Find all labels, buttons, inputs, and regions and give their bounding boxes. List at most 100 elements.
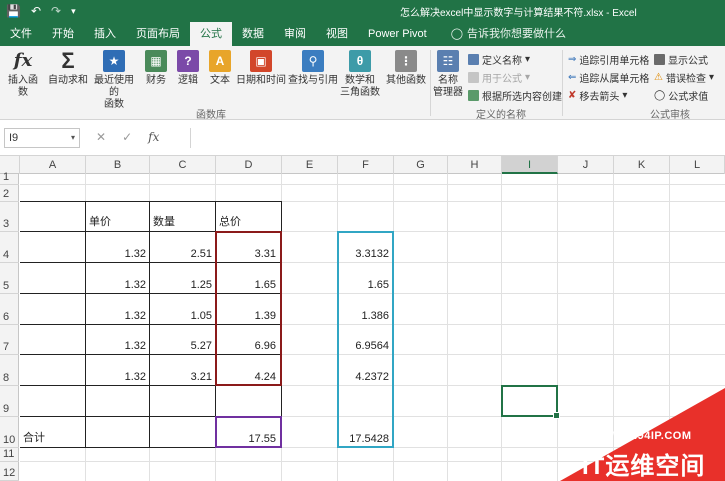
tab-view[interactable]: 视图 <box>316 22 358 46</box>
row-header-7[interactable]: 7 <box>0 325 19 355</box>
row-header-2[interactable]: 2 <box>0 185 19 202</box>
financial-icon: ▦ <box>145 50 167 72</box>
column-header-k[interactable]: K <box>614 156 670 174</box>
evaluate-formula-icon: ◯ <box>654 90 666 101</box>
error-checking-button[interactable]: ⚠ 错误检查 ▾ <box>654 70 714 85</box>
insert-function-fx-icon[interactable]: fx <box>148 130 159 144</box>
quick-access-toolbar: 💾 ↶ ↷ ▾ <box>6 3 76 19</box>
highlight-d4-d8 <box>215 231 282 386</box>
tab-data[interactable]: 数据 <box>232 22 274 46</box>
cell-d3[interactable]: 总价 <box>216 202 281 231</box>
financial-button[interactable]: ▦ 财务 <box>142 50 170 87</box>
row-header-5[interactable]: 5 <box>0 263 19 294</box>
lookup-button[interactable]: ⚲ 查找与引用 <box>288 50 338 87</box>
cell-c3[interactable]: 数量 <box>150 202 215 231</box>
tab-power-pivot[interactable]: Power Pivot <box>358 22 437 46</box>
tab-insert[interactable]: 插入 <box>84 22 126 46</box>
column-header-h[interactable]: H <box>448 156 502 174</box>
cell-b3[interactable]: 单价 <box>86 202 149 231</box>
column-header-a[interactable]: A <box>20 156 86 174</box>
cell-b7[interactable]: 1.32 <box>86 325 149 354</box>
column-header-i[interactable]: I <box>502 156 558 174</box>
column-header-e[interactable]: E <box>282 156 338 174</box>
ribbon: fx 插入函数 Σ 自动求和 ★ 最近使用的 函数 ▦ 财务 ? 逻辑 A 文本… <box>0 46 725 121</box>
column-header-b[interactable]: B <box>86 156 150 174</box>
row-header-11[interactable]: 11 <box>0 448 19 462</box>
cell-b6[interactable]: 1.32 <box>86 294 149 324</box>
cell-c4[interactable]: 2.51 <box>150 232 215 262</box>
evaluate-formula-button[interactable]: ◯ 公式求值 <box>654 88 708 103</box>
gridline <box>447 174 448 481</box>
column-header-l[interactable]: L <box>670 156 725 174</box>
formula-bar: I9 ▾ ✕ ✓ fx <box>0 120 725 156</box>
more-functions-icon: ⋮ <box>395 50 417 72</box>
column-header-d[interactable]: D <box>216 156 282 174</box>
cell-c5[interactable]: 1.25 <box>150 263 215 293</box>
trace-precedents-button[interactable]: ⇒ 追踪引用单元格 <box>568 52 649 67</box>
formula-input[interactable] <box>190 128 725 148</box>
cell-b5[interactable]: 1.32 <box>86 263 149 293</box>
name-box[interactable]: I9 ▾ <box>4 128 80 148</box>
tag-icon: ☷ <box>437 50 459 72</box>
column-header-g[interactable]: G <box>394 156 448 174</box>
autosum-button[interactable]: Σ 自动求和 <box>48 50 88 87</box>
row-header-10[interactable]: 10 <box>0 417 19 448</box>
datetime-button[interactable]: ▣ 日期和时间 <box>236 50 286 87</box>
row-header-3[interactable]: 3 <box>0 202 19 232</box>
customize-qat-icon[interactable]: ▾ <box>71 3 76 19</box>
row-header-4[interactable]: 4 <box>0 232 19 263</box>
calendar-icon: ▣ <box>250 50 272 72</box>
name-manager-button[interactable]: ☷ 名称 管理器 <box>432 50 464 99</box>
use-in-formula-button[interactable]: 用于公式 ▾ <box>468 70 530 85</box>
column-header-j[interactable]: J <box>558 156 614 174</box>
row-header-1[interactable]: 1 <box>0 171 19 185</box>
cancel-icon[interactable]: ✕ <box>96 130 106 144</box>
more-functions-button[interactable]: ⋮ 其他函数 <box>384 50 428 87</box>
cell-b8[interactable]: 1.32 <box>86 355 149 385</box>
tab-home[interactable]: 开始 <box>42 22 84 46</box>
text-a-icon: A <box>209 50 231 72</box>
redo-icon[interactable]: ↷ <box>51 3 61 19</box>
tab-review[interactable]: 审阅 <box>274 22 316 46</box>
define-name-icon <box>468 54 479 65</box>
create-from-selection-button[interactable]: 根据所选内容创建 <box>468 88 562 103</box>
save-icon[interactable]: 💾 <box>6 3 21 19</box>
selected-cell-i9[interactable] <box>501 385 560 419</box>
row-header-8[interactable]: 8 <box>0 355 19 386</box>
watermark-url: WWW.94IP.COM <box>602 430 692 442</box>
column-header-f[interactable]: F <box>338 156 394 174</box>
row-header-9[interactable]: 9 <box>0 386 19 417</box>
trace-dependents-icon: ⇐ <box>568 72 577 83</box>
create-from-selection-icon <box>468 90 479 101</box>
define-name-button[interactable]: 定义名称 ▾ <box>468 52 530 67</box>
ribbon-separator <box>430 50 431 116</box>
undo-icon[interactable]: ↶ <box>31 3 41 19</box>
tab-formulas[interactable]: 公式 <box>190 22 232 46</box>
remove-arrows-button[interactable]: ✘ 移去箭头 ▾ <box>568 88 627 103</box>
cell-c8[interactable]: 3.21 <box>150 355 215 385</box>
text-button[interactable]: A 文本 <box>206 50 234 87</box>
row-header-12[interactable]: 12 <box>0 462 19 481</box>
tell-me-search[interactable]: ◯ 告诉我你想要做什么 <box>437 22 566 46</box>
formula-bar-buttons: ✕ ✓ fx <box>96 130 159 144</box>
recent-functions-button[interactable]: ★ 最近使用的 函数 <box>90 50 138 111</box>
column-header-c[interactable]: C <box>150 156 216 174</box>
cell-c6[interactable]: 1.05 <box>150 294 215 324</box>
math-trig-button[interactable]: θ 数学和 三角函数 <box>338 50 382 99</box>
tab-page-layout[interactable]: 页面布局 <box>126 22 190 46</box>
cell-b4[interactable]: 1.32 <box>86 232 149 262</box>
logical-button[interactable]: ? 逻辑 <box>174 50 202 87</box>
cell-c7[interactable]: 5.27 <box>150 325 215 354</box>
gridline <box>501 174 502 481</box>
cell-a10[interactable]: 合计 <box>20 417 85 447</box>
row-header-6[interactable]: 6 <box>0 294 19 325</box>
tab-file[interactable]: 文件 <box>0 22 42 46</box>
trace-dependents-button[interactable]: ⇐ 追踪从属单元格 <box>568 70 649 85</box>
show-formulas-button[interactable]: 显示公式 <box>654 52 708 67</box>
group-label-library: 函数库 <box>196 110 226 121</box>
insert-function-button[interactable]: fx 插入函数 <box>4 50 42 99</box>
error-checking-icon: ⚠ <box>654 72 663 83</box>
name-box-dropdown-icon[interactable]: ▾ <box>71 129 75 147</box>
enter-icon[interactable]: ✓ <box>122 130 132 144</box>
ribbon-separator <box>562 50 563 116</box>
